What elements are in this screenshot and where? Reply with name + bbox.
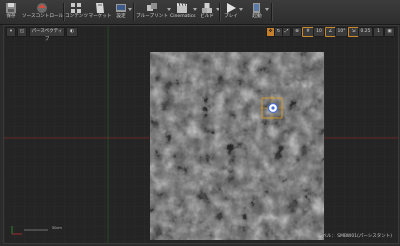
content-button[interactable]: コンテンツ [65,1,88,23]
settings-dropdown-arrow[interactable] [128,8,132,11]
launch-button[interactable]: 起動 [248,1,269,23]
marketplace-button[interactable]: マーケット [88,1,112,23]
play-icon [227,3,236,13]
scale-tool-button[interactable]: ⤢ [282,27,291,37]
scale-label: 50cm [52,226,62,230]
save-button[interactable]: 保存 [2,1,20,23]
maximize-viewport-button[interactable]: ▣ [384,27,395,37]
scale-snap-value[interactable]: 0.25 [358,27,373,37]
blueprints-button[interactable]: ブループリント [136,1,171,23]
transform-gizmo[interactable] [260,96,284,120]
blueprint-icon [147,3,157,11]
scale-indicator [11,226,48,235]
viewport-options-button[interactable]: ▾ [6,27,16,37]
source-control-button[interactable]: ソースコントロール [22,1,63,23]
camera-speed-button[interactable]: 1 [373,27,384,37]
save-icon [6,3,16,13]
content-icon [71,3,81,13]
build-button[interactable]: ビルド [197,1,220,23]
view-mode-button[interactable]: ◐ [66,27,78,37]
toolbar-separator [219,3,220,21]
grid-snap-value[interactable]: 10 [313,27,325,37]
level-status-text: レベル： SMBW01(パーシスタント) [317,234,392,239]
build-icon [202,3,212,13]
play-button[interactable]: プレイ [222,1,243,23]
level-viewport[interactable]: ▾ ◱ パースペクティブ ◐ ✥ ↻ ⤢ ⊕ # 10 ∠ 10° ⇲ 0.25… [3,25,399,244]
launch-dropdown-arrow[interactable] [265,8,269,11]
play-dropdown-arrow[interactable] [239,8,243,11]
toolbar-separator [63,3,64,21]
viewport-camera-button[interactable]: ◱ [17,27,27,37]
cinematics-icon [177,2,187,13]
perspective-mode-button[interactable]: パースペクティブ [29,27,65,42]
toolbar-separator [133,3,134,21]
cinematics-button[interactable]: Cinematics [170,1,197,23]
viewport-toolbar: ▾ ◱ パースペクティブ ◐ ✥ ↻ ⤢ ⊕ # 10 ∠ 10° ⇲ 0.25… [4,26,398,42]
settings-button[interactable]: 設定 [113,1,132,23]
marketplace-icon [96,3,104,13]
main-toolbar: 保存 ソースコントロール コンテンツ マーケット 設定 ブループリント Cine… [0,0,400,25]
landscape-terrain[interactable] [150,52,324,240]
source-control-icon [37,3,47,13]
launch-icon [253,3,260,13]
toolbar-separator [271,3,272,21]
settings-icon [116,4,126,12]
world-local-toggle[interactable]: ⊕ [292,27,302,37]
rotation-snap-value[interactable]: 10° [335,27,348,37]
